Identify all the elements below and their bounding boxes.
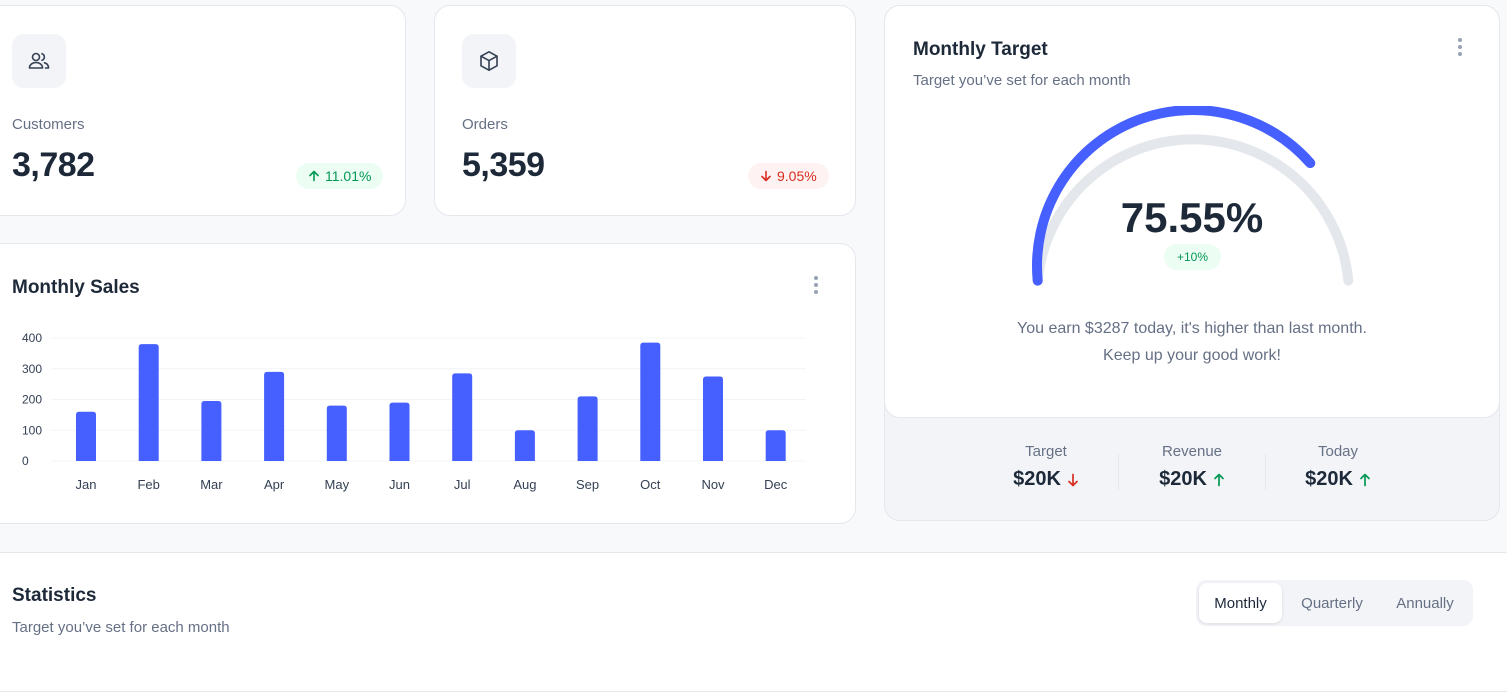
statistics-subtitle: Target you’ve set for each month xyxy=(12,619,230,636)
y-tick-label: 200 xyxy=(22,393,42,407)
bar-aug[interactable] xyxy=(514,430,535,461)
statistics-title: Statistics xyxy=(12,585,97,606)
stat-target-value-wrap: $20K xyxy=(1013,468,1079,491)
gauge-change-badge: +10% xyxy=(1164,244,1221,270)
customers-change-value: 11.01% xyxy=(325,168,372,184)
stat-today-label: Today xyxy=(1317,443,1359,460)
arrow-up-icon xyxy=(1214,473,1224,486)
monthly-target-title: Monthly Target xyxy=(913,39,1048,60)
statistics-card: Statistics Target you’ve set for each mo… xyxy=(0,552,1507,692)
period-toggle: Monthly Quarterly Annually xyxy=(1196,580,1473,626)
y-tick-label: 0 xyxy=(22,454,29,468)
stat-target: Target $20K xyxy=(976,443,1116,491)
orders-card: Orders 5,359 9.05% xyxy=(434,5,856,216)
bar-oct[interactable] xyxy=(640,342,661,461)
stat-today: Today $20K xyxy=(1268,443,1408,491)
monthly-sales-chart: 0 100 200 300 400 Jan Feb Mar Apr May Jun Jul Aug Sep… xyxy=(22,331,806,492)
target-message-line1: You earn $3287 today, it's higher than l… xyxy=(1017,320,1367,337)
stat-revenue-value-wrap: $20K xyxy=(1159,468,1225,491)
stat-target-value: $20K xyxy=(1013,468,1061,490)
x-tick-label: Jun xyxy=(389,477,410,492)
bar-nov[interactable] xyxy=(703,376,723,461)
x-tick-label: Nov xyxy=(701,477,725,492)
bar-apr[interactable] xyxy=(264,371,285,461)
monthly-sales-title: Monthly Sales xyxy=(12,277,140,298)
more-vertical-icon[interactable] xyxy=(1457,38,1463,58)
orders-label: Orders xyxy=(462,116,508,133)
orders-change-value: 9.05% xyxy=(777,168,817,184)
stat-revenue: Revenue $20K xyxy=(1122,443,1262,491)
monthly-target-subtitle: Target you’ve set for each month xyxy=(913,72,1131,89)
stat-revenue-value: $20K xyxy=(1159,468,1207,490)
arrow-up-icon xyxy=(309,170,319,182)
bar-sep[interactable] xyxy=(577,396,598,461)
target-message-line2: Keep up your good work! xyxy=(1103,347,1281,364)
x-tick-label: Sep xyxy=(576,477,599,492)
more-vertical-icon[interactable] xyxy=(813,276,819,296)
tab-monthly[interactable]: Monthly xyxy=(1199,583,1282,623)
x-tick-label: Jan xyxy=(76,477,97,492)
stat-today-value: $20K xyxy=(1305,468,1353,490)
x-tick-label: Feb xyxy=(137,477,159,492)
monthly-target-panel: Monthly Target Target you’ve set for eac… xyxy=(884,5,1500,521)
y-tick-label: 100 xyxy=(22,423,42,437)
orders-change-badge: 9.05% xyxy=(748,163,829,189)
stat-divider xyxy=(1118,454,1119,490)
x-tick-label: Dec xyxy=(764,477,788,492)
orders-value: 5,359 xyxy=(462,146,545,184)
arrow-up-icon xyxy=(1360,473,1370,486)
customers-card: Customers 3,782 11.01% xyxy=(0,5,406,216)
x-tick-label: Jul xyxy=(454,477,471,492)
bar-jan[interactable] xyxy=(76,411,96,461)
customers-label: Customers xyxy=(12,116,85,133)
stat-divider xyxy=(1265,454,1266,490)
stat-revenue-label: Revenue xyxy=(1161,443,1223,460)
x-tick-label: Mar xyxy=(200,477,223,492)
bar-jul[interactable] xyxy=(452,373,473,461)
bar-jun[interactable] xyxy=(389,402,410,461)
arrow-down-icon xyxy=(1068,473,1078,486)
y-tick-label: 300 xyxy=(22,362,42,376)
x-tick-label: Apr xyxy=(264,477,285,492)
tab-quarterly[interactable]: Quarterly xyxy=(1284,583,1380,623)
monthly-sales-card: Monthly Sales 0 100 200 300 400 Jan Feb Mar Apr M… xyxy=(0,243,856,524)
stat-target-label: Target xyxy=(1025,443,1067,460)
bar-may[interactable] xyxy=(326,405,347,461)
gauge-value: 75.55% xyxy=(1120,194,1264,241)
customers-change-badge: 11.01% xyxy=(296,163,384,189)
bar-feb[interactable] xyxy=(138,344,159,461)
bar-mar[interactable] xyxy=(201,401,222,461)
tab-annually[interactable]: Annually xyxy=(1380,583,1470,623)
y-tick-label: 400 xyxy=(22,331,42,345)
x-tick-label: Aug xyxy=(513,477,536,492)
x-tick-label: May xyxy=(325,477,350,492)
monthly-target-card: Monthly Target Target you’ve set for eac… xyxy=(884,5,1500,418)
customers-value: 3,782 xyxy=(12,146,95,184)
users-icon xyxy=(12,34,66,88)
x-tick-label: Oct xyxy=(640,477,661,492)
box-icon xyxy=(462,34,516,88)
arrow-down-icon xyxy=(761,170,771,182)
stat-today-value-wrap: $20K xyxy=(1305,468,1371,491)
bar-dec[interactable] xyxy=(765,430,786,461)
